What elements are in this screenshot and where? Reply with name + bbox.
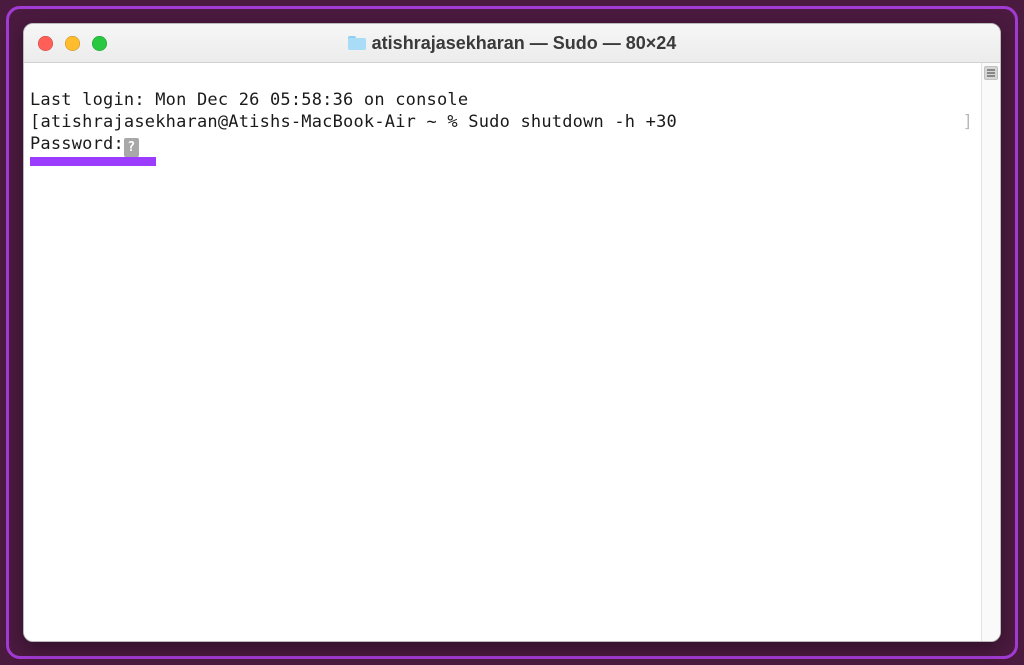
close-button[interactable]	[38, 36, 53, 51]
last-login-line: Last login: Mon Dec 26 05:58:36 on conso…	[30, 89, 975, 111]
key-icon: ?	[124, 138, 139, 157]
desktop-background: atishrajasekharan — Sudo — 80×24 Last lo…	[0, 0, 1024, 665]
password-line: Password:?	[30, 133, 975, 157]
command-line: [atishrajasekharan@Atishs-MacBook-Air ~ …	[30, 111, 975, 133]
scroll-indicator-icon	[984, 66, 998, 80]
prompt-user-host: atishrajasekharan@Atishs-MacBook-Air ~ %	[40, 112, 468, 132]
prompt-close-bracket: ]	[963, 111, 975, 133]
terminal-body[interactable]: Last login: Mon Dec 26 05:58:36 on conso…	[24, 63, 1000, 641]
window-title: atishrajasekharan — Sudo — 80×24	[24, 33, 1000, 54]
terminal-window[interactable]: atishrajasekharan — Sudo — 80×24 Last lo…	[23, 23, 1001, 642]
annotation-highlight	[30, 157, 156, 166]
desktop-highlight-border: atishrajasekharan — Sudo — 80×24 Last lo…	[6, 6, 1018, 659]
password-label: Password:	[30, 134, 124, 154]
prompt-open-bracket: [	[30, 112, 40, 132]
window-title-text: atishrajasekharan — Sudo — 80×24	[372, 33, 677, 54]
window-titlebar[interactable]: atishrajasekharan — Sudo — 80×24	[24, 24, 1000, 63]
zoom-button[interactable]	[92, 36, 107, 51]
folder-icon	[348, 36, 366, 50]
entered-command: Sudo shutdown -h +30	[468, 112, 677, 132]
minimize-button[interactable]	[65, 36, 80, 51]
terminal-output[interactable]: Last login: Mon Dec 26 05:58:36 on conso…	[24, 63, 981, 641]
window-controls	[24, 36, 107, 51]
scrollbar[interactable]	[981, 63, 1000, 641]
